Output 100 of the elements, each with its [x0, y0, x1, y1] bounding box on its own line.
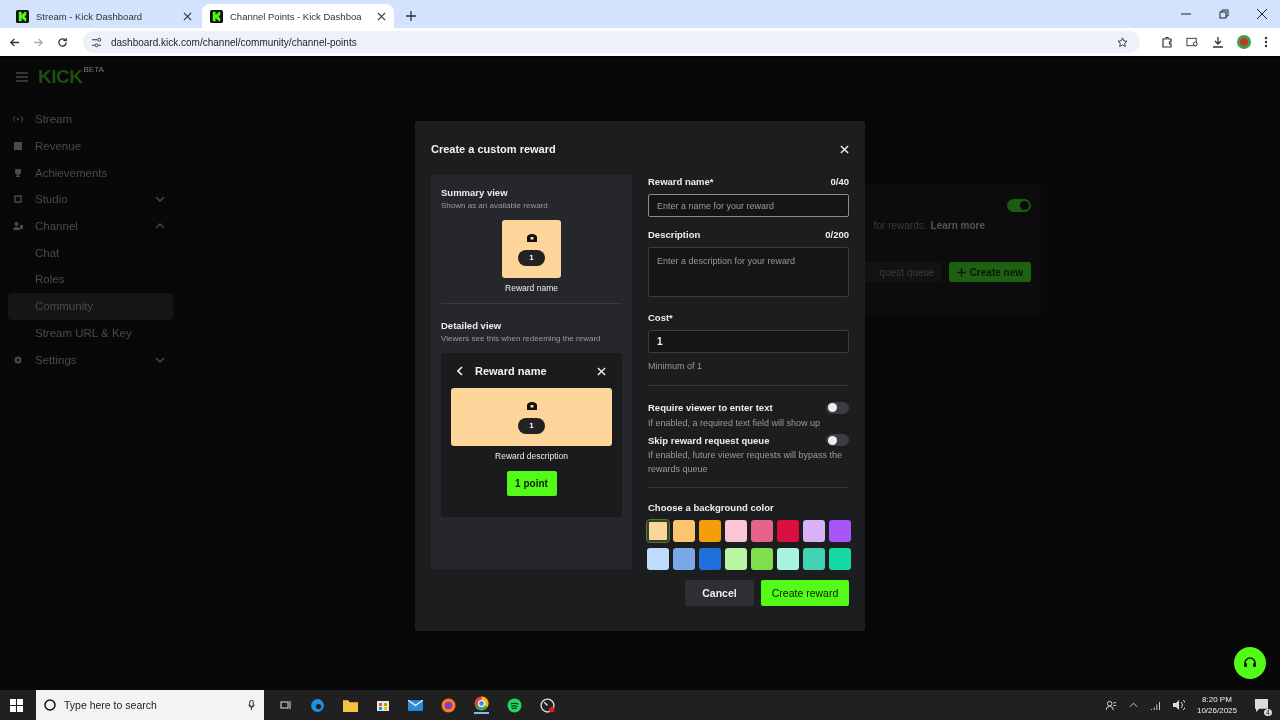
search-icon [44, 699, 56, 711]
help-button[interactable] [1234, 647, 1266, 679]
color-swatch[interactable] [751, 548, 773, 570]
reward-title: Reward name [475, 365, 548, 377]
task-view-icon[interactable] [280, 699, 292, 711]
color-swatch[interactable] [777, 548, 799, 570]
reward-name-field[interactable]: Enter a name for your reward [648, 194, 849, 217]
clock-time: 8:20 PM [1202, 694, 1232, 705]
color-swatch[interactable] [673, 520, 695, 542]
color-swatch[interactable] [647, 520, 669, 542]
close-icon[interactable] [377, 11, 386, 21]
color-swatch[interactable] [725, 520, 747, 542]
color-swatch[interactable] [725, 548, 747, 570]
sidebar-item[interactable]: Stream [8, 106, 173, 133]
speedometer-icon[interactable] [540, 697, 555, 713]
toggle-label: Skip reward request queue [648, 434, 770, 446]
color-swatch[interactable] [647, 548, 669, 570]
cost-badge: 1 [518, 249, 545, 266]
edge-browser-icon[interactable] [310, 697, 325, 713]
people-icon[interactable] [1105, 699, 1117, 711]
toggle-switch[interactable] [826, 401, 849, 414]
spotify-icon[interactable] [507, 697, 522, 713]
star-icon[interactable] [1117, 36, 1128, 48]
wifi-icon[interactable] [1149, 700, 1161, 710]
headset-icon [1243, 656, 1257, 670]
mail-icon[interactable] [408, 699, 423, 711]
folder-icon[interactable] [343, 698, 358, 712]
sidebar-item[interactable]: Studio [8, 186, 173, 213]
tab-title: Channel Points - Kick Dashboa [230, 10, 363, 22]
section-subtitle: Shown as an available reward [441, 201, 549, 210]
tab-title: Stream - Kick Dashboard [36, 10, 144, 22]
message-icon [1255, 698, 1268, 712]
color-swatch[interactable] [699, 520, 721, 542]
site-settings-icon[interactable] [91, 36, 102, 48]
redeem-button[interactable]: 1 point [506, 471, 557, 496]
download-icon[interactable] [1212, 36, 1224, 48]
field-label: Choose a background color [648, 502, 775, 513]
sidebar-item[interactable]: Roles [8, 266, 173, 293]
microphone-icon [248, 699, 255, 711]
create-new-button[interactable]: Create new [948, 262, 1031, 282]
hint-text: Minimum of 1 [648, 360, 703, 373]
section-title: Detailed view [441, 320, 503, 331]
kick-logo-icon [16, 9, 29, 23]
stream-icon [13, 114, 23, 125]
color-swatch[interactable] [751, 520, 773, 542]
puzzle-icon[interactable] [1161, 36, 1173, 48]
description-field[interactable]: Enter a description for your reward [648, 247, 849, 297]
people-icon [13, 221, 23, 232]
sidebar-item[interactable]: Achievements [8, 159, 173, 187]
sidebar-item[interactable]: Settings [8, 346, 173, 373]
menu-icon[interactable] [1264, 36, 1268, 48]
close-icon[interactable] [183, 11, 192, 21]
close-icon[interactable] [1257, 9, 1267, 19]
color-swatch[interactable] [673, 548, 695, 570]
learn-more-link[interactable]: Learn more [930, 220, 985, 231]
cancel-button[interactable]: Cancel [685, 580, 754, 606]
create-reward-button[interactable]: Create reward [761, 580, 849, 606]
chevron-up-icon[interactable] [1128, 702, 1138, 708]
hint-text: If enabled, future viewer requests will bypass the rewards queue [648, 449, 844, 476]
character-counter: 0/40 [830, 175, 849, 187]
color-swatch[interactable] [803, 548, 825, 570]
firefox-icon[interactable] [441, 697, 456, 713]
trophy-icon [13, 167, 23, 178]
cost-field[interactable]: 1 [648, 330, 849, 353]
color-swatch[interactable] [803, 520, 825, 542]
restore-icon[interactable] [1219, 9, 1229, 19]
field-label: Reward name* [648, 175, 714, 187]
reward-description: Reward description [495, 451, 568, 461]
clock-date: 10/26/2025 [1196, 705, 1237, 716]
kick-logo-icon [210, 9, 223, 23]
speaker-icon[interactable] [1172, 700, 1185, 710]
address-bar[interactable]: dashboard.kick.com/channel/community/channel-points [83, 31, 1140, 53]
sidebar-item[interactable]: Channel [8, 212, 173, 240]
field-label: Cost* [648, 311, 673, 323]
search-field[interactable]: Type here to search [36, 690, 264, 720]
sidebar-item[interactable]: Chat [8, 239, 173, 267]
color-swatch[interactable] [777, 520, 799, 542]
section-subtitle: Viewers see this when redeeming the reward [441, 334, 602, 343]
chest-icon [525, 232, 538, 243]
reload-icon[interactable] [57, 36, 68, 48]
color-swatch[interactable] [699, 548, 721, 570]
section-title: Summary view [441, 187, 509, 198]
toggle-label: Require viewer to enter text [648, 402, 773, 413]
hint-text: If enabled, a required text field will show up [648, 416, 822, 430]
logo[interactable]: KICK [38, 66, 83, 88]
color-swatch[interactable] [829, 548, 851, 570]
chrome-icon[interactable] [474, 696, 489, 714]
cost-badge: 1 [518, 417, 545, 434]
browser-tab[interactable]: Stream - Kick Dashboard [8, 4, 200, 28]
toggle-switch[interactable] [826, 434, 849, 446]
color-swatch[interactable] [829, 520, 851, 542]
sidebar-item[interactable]: Revenue [8, 132, 173, 160]
store-bag-icon[interactable] [376, 698, 390, 712]
browser-tab[interactable]: Channel Points - Kick Dashboa [202, 4, 394, 28]
new-tab-icon[interactable] [406, 11, 416, 21]
toggle-switch[interactable] [1007, 199, 1031, 212]
sidebar-item[interactable]: Stream URL & Key [8, 319, 173, 347]
profile-avatar-icon[interactable] [1237, 35, 1251, 49]
back-icon[interactable] [9, 36, 20, 48]
windows-start-icon[interactable] [10, 698, 23, 712]
